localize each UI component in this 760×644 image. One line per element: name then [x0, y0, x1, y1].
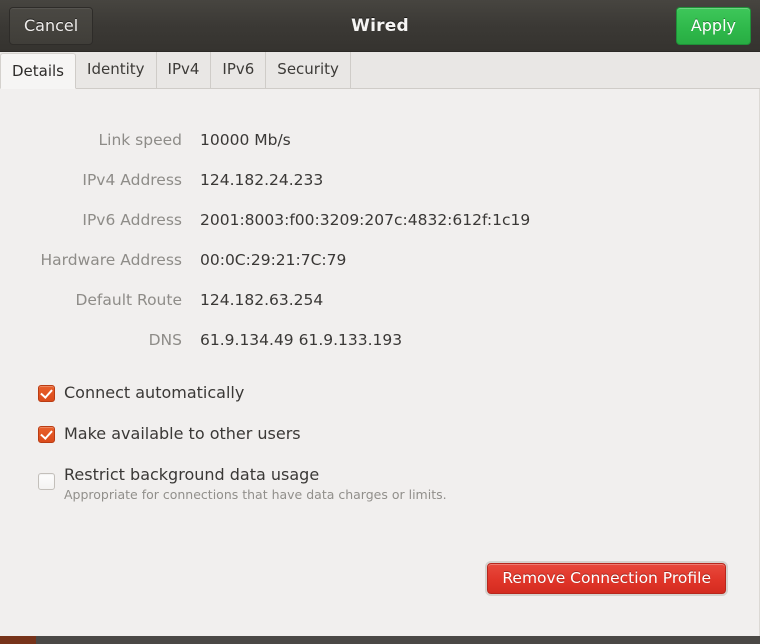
- option-label-restrict-background-data-usage: Restrict background data usage: [64, 465, 320, 484]
- table-row: IPv6 Address 2001:8003:f00:3209:207c:483…: [0, 200, 759, 240]
- table-row: Link speed 10000 Mb/s: [0, 120, 759, 160]
- detail-label-hardware-address: Hardware Address: [40, 251, 183, 269]
- bottom-strip-rest: [36, 636, 760, 644]
- table-row: IPv4 Address 124.182.24.233: [0, 160, 759, 200]
- detail-value-link-speed: 10000 Mb/s: [200, 131, 291, 149]
- detail-value-ipv4-address: 124.182.24.233: [200, 171, 324, 189]
- detail-label-link-speed: Link speed: [98, 131, 183, 149]
- option-label-make-available-to-other-users: Make available to other users: [64, 424, 301, 443]
- tab-bar: Details Identity IPv4 IPv6 Security: [0, 52, 760, 89]
- detail-value-default-route: 124.182.63.254: [200, 291, 324, 309]
- option-text: Make available to other users: [64, 423, 301, 444]
- option-text: Restrict background data usage Appropria…: [64, 464, 447, 504]
- option-text: Connect automatically: [64, 382, 244, 403]
- table-row: Hardware Address 00:0C:29:21:7C:79: [0, 240, 759, 280]
- option-subtitle-restrict-background-data-usage: Appropriate for connections that have da…: [64, 487, 447, 502]
- detail-label-ipv6-address: IPv6 Address: [82, 211, 182, 229]
- apply-button[interactable]: Apply: [675, 6, 751, 45]
- connection-details-table: Link speed 10000 Mb/s IPv4 Address 124.1…: [0, 120, 759, 360]
- detail-label-dns: DNS: [148, 331, 182, 349]
- detail-label-default-route: Default Route: [75, 291, 182, 309]
- checkbox-checked-icon[interactable]: [38, 385, 55, 402]
- options-group: Connect automatically Make available to …: [0, 382, 759, 504]
- network-connection-dialog: Cancel Wired Apply Details Identity IPv4…: [0, 0, 760, 644]
- table-row: Default Route 124.182.63.254: [0, 280, 759, 320]
- tab-ipv6[interactable]: IPv6: [211, 52, 267, 88]
- detail-value-dns: 61.9.134.49 61.9.133.193: [200, 331, 403, 349]
- detail-value-ipv6-address: 2001:8003:f00:3209:207c:4832:612f:1c19: [200, 211, 531, 229]
- option-connect-automatically[interactable]: Connect automatically: [38, 382, 759, 403]
- checkbox-unchecked-icon[interactable]: [38, 473, 55, 490]
- tab-details[interactable]: Details: [0, 53, 77, 89]
- option-make-available-to-other-users[interactable]: Make available to other users: [38, 423, 759, 444]
- remove-button-container: Remove Connection Profile: [487, 563, 726, 594]
- bottom-strip-accent: [0, 636, 36, 644]
- remove-connection-profile-button[interactable]: Remove Connection Profile: [487, 563, 726, 594]
- detail-label-ipv4-address: IPv4 Address: [82, 171, 182, 189]
- tab-security[interactable]: Security: [266, 52, 351, 88]
- cancel-button[interactable]: Cancel: [9, 6, 94, 45]
- table-row: DNS 61.9.134.49 61.9.133.193: [0, 320, 759, 360]
- detail-value-hardware-address: 00:0C:29:21:7C:79: [200, 251, 347, 269]
- bottom-strip: [0, 636, 760, 644]
- tab-identity[interactable]: Identity: [76, 52, 157, 88]
- tab-bar-filler: [351, 52, 760, 88]
- window-title: Wired: [351, 16, 409, 36]
- tab-ipv4[interactable]: IPv4: [157, 52, 212, 88]
- option-restrict-background-data-usage[interactable]: Restrict background data usage Appropria…: [38, 464, 759, 504]
- checkbox-checked-icon[interactable]: [38, 426, 55, 443]
- details-panel: Link speed 10000 Mb/s IPv4 Address 124.1…: [0, 89, 760, 636]
- header-bar: Cancel Wired Apply: [0, 0, 760, 52]
- option-label-connect-automatically: Connect automatically: [64, 383, 245, 402]
